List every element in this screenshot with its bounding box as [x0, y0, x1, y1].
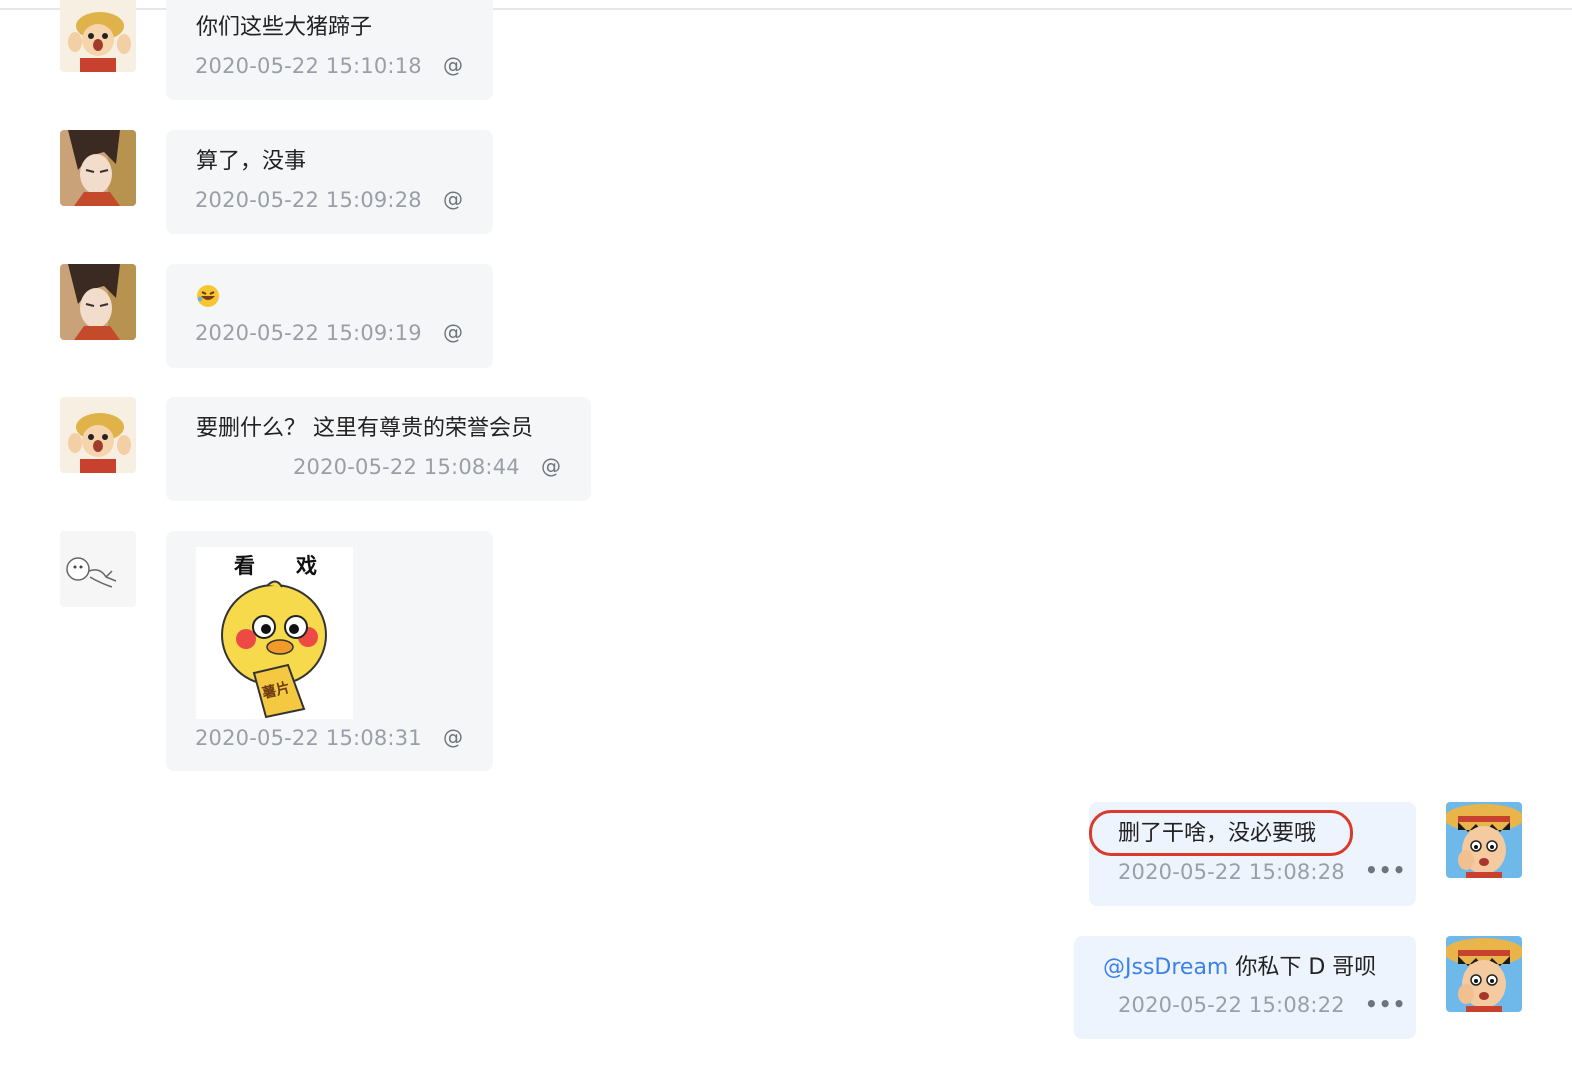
- message-bubble: [1074, 936, 1416, 1039]
- message-text-body: 你私下 D 哥呗: [1228, 955, 1377, 980]
- avatar[interactable]: [60, 264, 136, 340]
- message-time: 2020-05-22 15:08:22: [1118, 993, 1345, 1017]
- message-bubble: [166, 264, 493, 368]
- message-time: 2020-05-22 15:09:28: [195, 188, 422, 212]
- mention-button[interactable]: @: [443, 52, 463, 78]
- message-text: 要删什么？ 这里有尊贵的荣誉会员: [196, 416, 533, 441]
- avatar[interactable]: [60, 0, 136, 72]
- message-time: 2020-05-22 15:08:28: [1118, 860, 1345, 884]
- avatar[interactable]: [60, 130, 136, 206]
- message-bubble: [166, 130, 493, 234]
- message-time: 2020-05-22 15:10:18: [195, 54, 422, 78]
- message-text: 算了，没事: [196, 149, 307, 174]
- mention-button[interactable]: @: [443, 186, 463, 212]
- more-options-button[interactable]: •••: [1365, 994, 1406, 1014]
- message-text: 你们这些大猪蹄子: [196, 15, 373, 40]
- mention-button[interactable]: @: [443, 724, 463, 750]
- avatar[interactable]: [1446, 802, 1522, 878]
- avatar[interactable]: [60, 531, 136, 607]
- mention-button[interactable]: @: [443, 319, 463, 345]
- sticker-caption: 看: [234, 554, 255, 578]
- mention-button[interactable]: @: [541, 453, 561, 479]
- message-text: @JssDream 你私下 D 哥呗: [1103, 954, 1376, 982]
- message-time: 2020-05-22 15:09:19: [195, 321, 422, 345]
- sticker-image[interactable]: 看 戏 薯片: [196, 547, 353, 719]
- message-text: 删了干啥，没必要哦: [1118, 821, 1317, 846]
- message-bubble: [166, 397, 591, 501]
- avatar[interactable]: [1446, 936, 1522, 1012]
- message-time: 2020-05-22 15:08:31: [195, 726, 422, 750]
- message-time: 2020-05-22 15:08:44: [293, 455, 520, 479]
- user-mention-link[interactable]: @JssDream: [1103, 955, 1228, 980]
- sticker-caption: 戏: [296, 554, 317, 578]
- more-options-button[interactable]: •••: [1365, 860, 1406, 880]
- avatar[interactable]: [60, 397, 136, 473]
- rofl-emoji-icon: [196, 284, 220, 312]
